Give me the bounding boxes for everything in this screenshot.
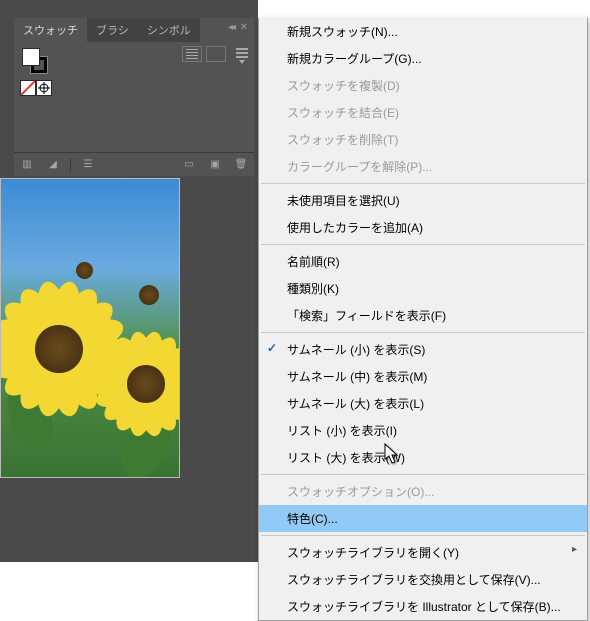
menu-new-color-group[interactable]: 新規カラーグループ(G)... — [259, 45, 587, 72]
tab-brushes[interactable]: ブラシ — [87, 18, 138, 42]
grid-view-icon[interactable] — [206, 46, 226, 62]
menu-save-ai[interactable]: スウォッチライブラリを Illustrator として保存(B)... — [259, 593, 587, 620]
menu-separator — [261, 474, 585, 475]
new-swatch-icon[interactable]: ▣ — [206, 157, 224, 173]
fill-stroke-indicator[interactable] — [22, 48, 48, 74]
menu-thumb-medium[interactable]: サムネール (中) を表示(M) — [259, 363, 587, 390]
menu-separator — [261, 535, 585, 536]
menu-add-used-colors[interactable]: 使用したカラーを追加(A) — [259, 214, 587, 241]
menu-list-small[interactable]: リスト (小) を表示(I) — [259, 417, 587, 444]
document-canvas — [0, 178, 180, 478]
menu-swatch-options: スウォッチオプション(O)... — [259, 478, 587, 505]
swatch-panel-flyout-menu: 新規スウォッチ(N)... 新規カラーグループ(G)... スウォッチを複製(D… — [258, 18, 588, 621]
panel-flyout-menu-icon[interactable] — [234, 48, 250, 64]
menu-duplicate-swatch: スウォッチを複製(D) — [259, 72, 587, 99]
swatches-panel: スウォッチ ブラシ シンボル ◂◂ ✕ ▥ ◢ ☰ ▭ ▣ 🗑 — [14, 18, 254, 176]
panel-footer: ▥ ◢ ☰ ▭ ▣ 🗑 — [14, 152, 254, 176]
swatch-none[interactable] — [20, 80, 36, 96]
swatch-options-icon[interactable]: ☰ — [79, 157, 97, 173]
collapse-icon[interactable]: ◂◂ — [228, 22, 234, 33]
menu-show-find[interactable]: 「検索」フィールドを表示(F) — [259, 302, 587, 329]
menu-thumb-small[interactable]: サムネール (小) を表示(S) — [259, 336, 587, 363]
library-menu-icon[interactable]: ▥ — [18, 157, 36, 173]
menu-merge-swatch: スウォッチを結合(E) — [259, 99, 587, 126]
menu-spot-color[interactable]: 特色(C)... — [259, 505, 587, 532]
fill-color[interactable] — [22, 48, 40, 66]
swatch-body — [14, 42, 254, 152]
menu-ungroup-color-group: カラーグループを解除(P)... — [259, 153, 587, 180]
tab-symbols[interactable]: シンボル — [138, 18, 200, 42]
panel-tab-bar: スウォッチ ブラシ シンボル ◂◂ ✕ — [14, 18, 254, 42]
menu-new-swatch[interactable]: 新規スウォッチ(N)... — [259, 18, 587, 45]
new-color-group-icon[interactable]: ▭ — [180, 157, 198, 173]
menu-separator — [261, 244, 585, 245]
close-panel-icon[interactable]: ✕ — [240, 22, 248, 33]
swatch-registration[interactable] — [36, 80, 52, 96]
menu-sort-name[interactable]: 名前順(R) — [259, 248, 587, 275]
menu-delete-swatch: スウォッチを削除(T) — [259, 126, 587, 153]
show-kinds-menu-icon[interactable]: ◢ — [44, 157, 62, 173]
sunflower-image — [1, 179, 179, 477]
menu-list-large[interactable]: リスト (大) を表示(W) — [259, 444, 587, 471]
menu-thumb-large[interactable]: サムネール (大) を表示(L) — [259, 390, 587, 417]
tab-swatches[interactable]: スウォッチ — [14, 18, 87, 42]
menu-sort-kind[interactable]: 種類別(K) — [259, 275, 587, 302]
menu-save-exchange[interactable]: スウォッチライブラリを交換用として保存(V)... — [259, 566, 587, 593]
menu-separator — [261, 332, 585, 333]
menu-separator — [261, 183, 585, 184]
list-view-icon[interactable] — [182, 46, 202, 62]
delete-swatch-icon[interactable]: 🗑 — [232, 157, 250, 173]
menu-select-unused[interactable]: 未使用項目を選択(U) — [259, 187, 587, 214]
